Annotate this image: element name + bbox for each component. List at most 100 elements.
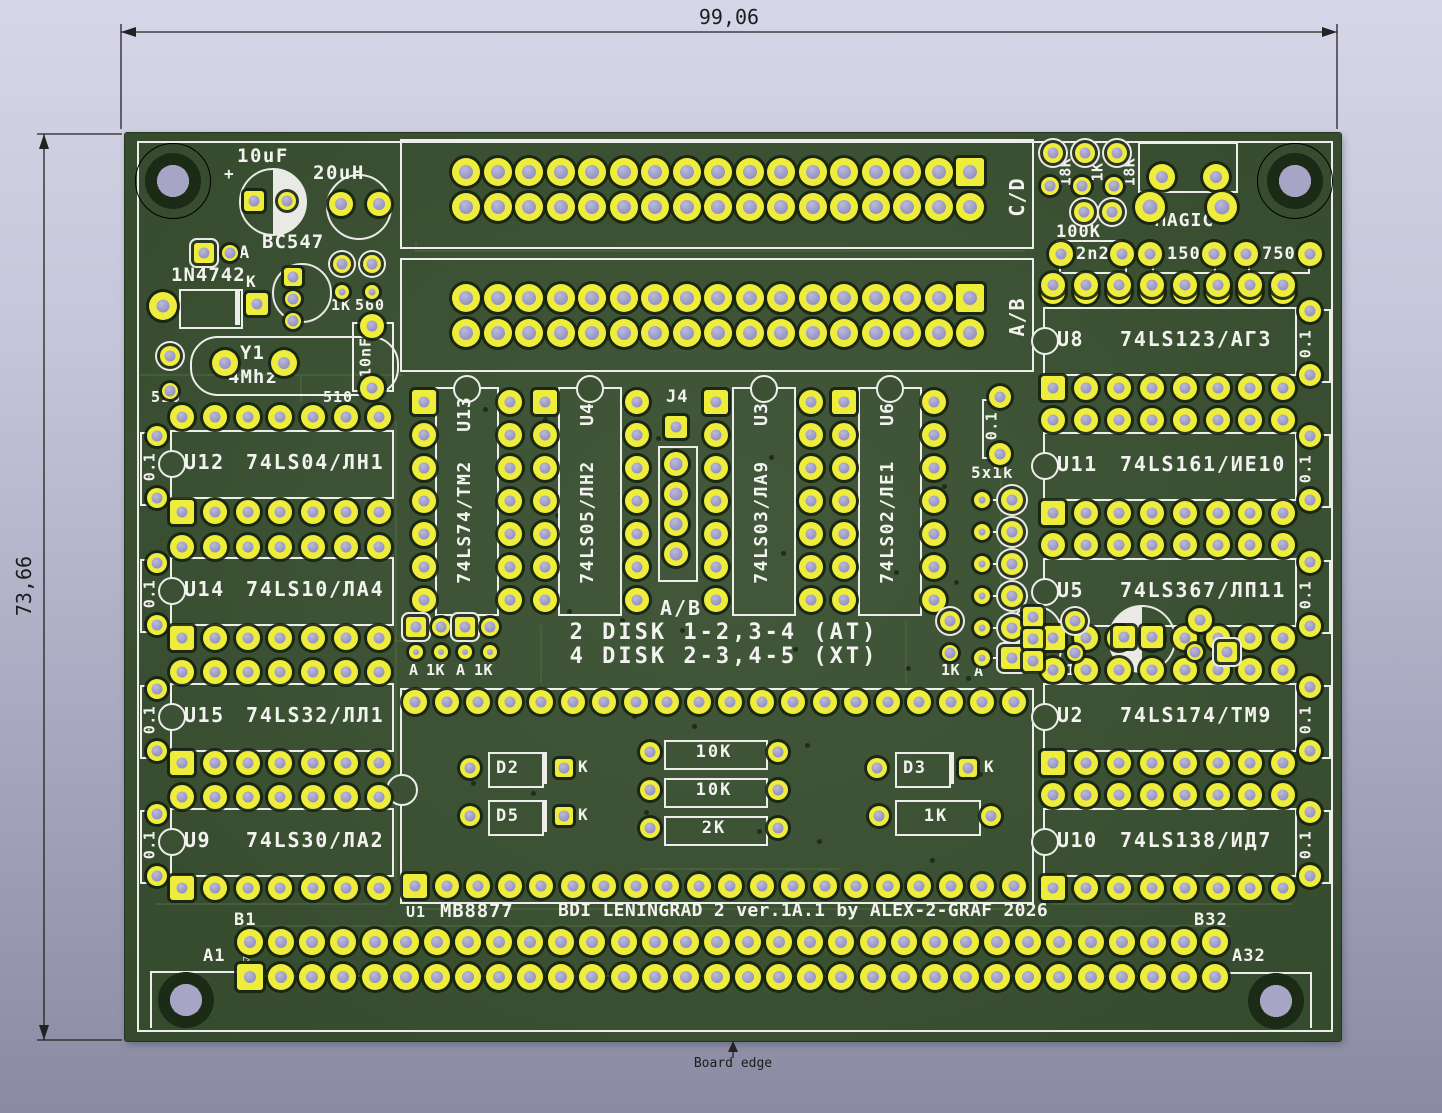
round-pad <box>641 158 669 186</box>
drill-hole <box>585 291 599 305</box>
round-pad <box>301 660 325 684</box>
drill-hole <box>540 529 551 540</box>
square-pad <box>170 500 194 524</box>
round-pad <box>483 645 497 659</box>
round-pad <box>1041 177 1059 195</box>
drill-hole <box>986 811 997 822</box>
round-pad <box>735 929 761 955</box>
drill-hole <box>275 633 286 644</box>
drill-hole <box>540 430 551 441</box>
drill-hole <box>152 493 163 504</box>
disk-config-line2: 4 DISK 2-3,4-5 (XT) <box>570 646 879 668</box>
jumper-label: 1K <box>941 663 960 678</box>
round-pad <box>484 158 512 186</box>
round-pad <box>362 929 388 955</box>
round-pad <box>592 874 616 898</box>
ic-ref: U6 <box>879 402 897 426</box>
round-pad <box>642 929 668 955</box>
drill-hole <box>559 811 570 822</box>
drill-hole <box>773 971 785 983</box>
round-pad <box>1001 617 1023 639</box>
drill-hole <box>209 667 220 678</box>
drill-hole <box>979 655 986 662</box>
round-pad <box>974 650 990 666</box>
round-pad <box>664 542 688 566</box>
round-pad <box>412 423 436 447</box>
ic-part: 74LS138/ИД7 <box>1120 830 1272 850</box>
drill-hole <box>977 881 988 892</box>
ic-part: 74LS04/ЛН1 <box>246 452 384 472</box>
round-pad <box>1107 143 1127 163</box>
silk-bracket <box>1320 434 1331 508</box>
round-pad <box>974 620 990 636</box>
drill-hole <box>774 291 788 305</box>
round-pad <box>830 319 858 347</box>
round-pad <box>799 588 823 612</box>
round-pad <box>236 751 260 775</box>
round-pad <box>1299 615 1321 637</box>
drill-hole <box>1080 758 1091 769</box>
drill-hole <box>275 936 287 948</box>
drill-hole <box>1007 653 1018 664</box>
round-pad <box>170 785 194 809</box>
cap-2n2-label: 2n2 <box>1076 246 1110 263</box>
drill-hole <box>1080 508 1091 519</box>
square-pad <box>832 390 856 414</box>
drill-hole <box>1209 971 1221 983</box>
jumper-label: A <box>456 663 466 678</box>
drill-hole <box>1048 280 1059 291</box>
round-pad <box>1041 533 1065 557</box>
round-pad <box>203 785 227 809</box>
drill-hole <box>1080 540 1091 551</box>
drill-hole <box>711 430 722 441</box>
round-pad <box>1207 192 1237 222</box>
ic-part: 74LS05/ЛН2 <box>579 460 597 583</box>
drill-hole <box>774 200 788 214</box>
drill-hole <box>806 529 817 540</box>
ic-part: 74LS02/ЛЕ1 <box>879 460 897 583</box>
round-pad <box>301 876 325 900</box>
round-pad <box>625 390 649 414</box>
drill-hole <box>152 558 163 569</box>
round-pad <box>1173 533 1197 557</box>
drill-hole <box>960 971 972 983</box>
drill-hole <box>632 529 643 540</box>
round-pad <box>673 193 701 221</box>
round-pad <box>162 383 178 399</box>
drill-hole <box>367 321 378 332</box>
u1-ref: U1 <box>406 905 426 920</box>
round-pad <box>735 964 761 990</box>
round-pad <box>869 806 889 826</box>
drill-hole <box>773 936 785 948</box>
round-pad <box>170 405 194 429</box>
square-pad <box>246 293 268 315</box>
crystal-freq: 4Mhz <box>228 368 278 387</box>
round-pad <box>1173 408 1197 432</box>
drill-hole <box>867 971 879 983</box>
round-pad <box>147 426 167 446</box>
round-pad <box>610 193 638 221</box>
round-pad <box>625 522 649 546</box>
drill-hole <box>1080 665 1091 676</box>
drill-hole <box>929 496 940 507</box>
drill-hole <box>869 165 883 179</box>
dip-notch <box>158 828 186 856</box>
drill-hole <box>288 272 299 283</box>
magic-label: MAGIC <box>1155 212 1214 230</box>
square-pad <box>1041 876 1065 900</box>
drill-hole <box>725 697 736 708</box>
round-pad <box>561 690 585 714</box>
square-pad <box>959 759 977 777</box>
drill-hole <box>632 397 643 408</box>
round-pad <box>799 423 823 447</box>
round-pad <box>236 785 260 809</box>
resistor-1k-label: 1K <box>331 298 351 313</box>
drill-hole <box>711 971 723 983</box>
drill-hole <box>559 763 570 774</box>
drill-hole <box>373 758 384 769</box>
drill-hole <box>1077 181 1088 192</box>
cathode-label: K <box>246 274 256 290</box>
round-pad <box>203 405 227 429</box>
round-pad <box>641 284 669 312</box>
drill-hole <box>630 697 641 708</box>
